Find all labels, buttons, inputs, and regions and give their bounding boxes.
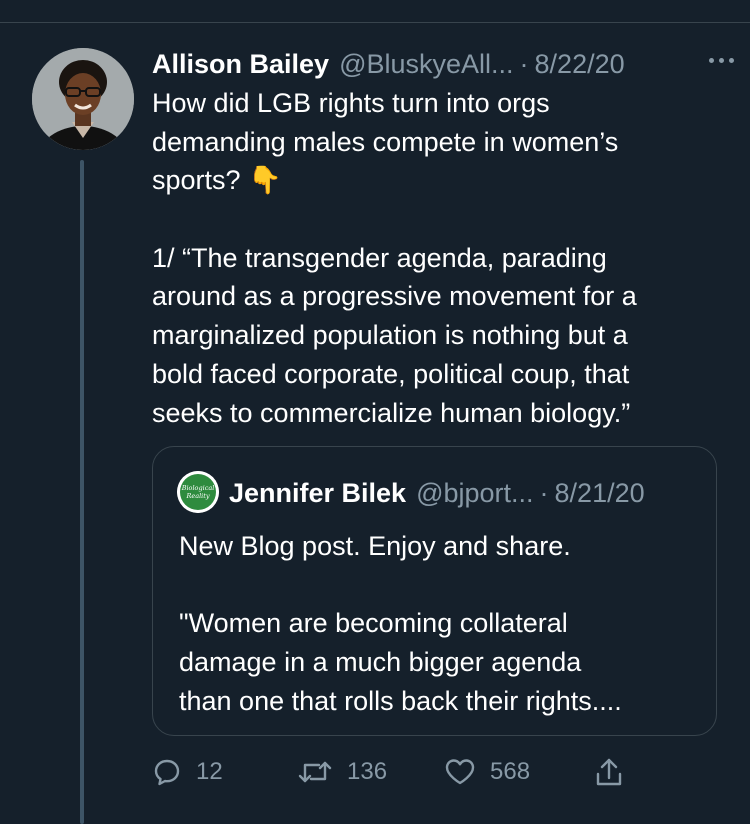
separator-dot: · xyxy=(539,477,549,508)
tweet-text-line: demanding males compete in women’s xyxy=(152,126,619,157)
retweet-icon xyxy=(298,761,332,783)
like-count: 568 xyxy=(490,758,531,785)
quoted-text-line: "Women are becoming collateral xyxy=(179,608,568,639)
author-name[interactable]: Allison Bailey xyxy=(152,49,329,80)
separator-dot: · xyxy=(519,48,529,79)
reply-icon xyxy=(154,759,180,786)
tweet-date[interactable]: 8/22/20 xyxy=(535,49,625,80)
tweet-text-line: around as a progressive movement for a xyxy=(152,281,637,312)
reply-count: 12 xyxy=(196,758,223,785)
quoted-tweet-header: Jennifer Bilek @bjport... · 8/21/20 xyxy=(229,473,645,513)
quoted-author-handle[interactable]: @bjport... xyxy=(416,478,533,509)
tweet-actions: 12 136 568 xyxy=(152,752,652,792)
quoted-tweet-date[interactable]: 8/21/20 xyxy=(555,478,645,509)
like-button[interactable]: 568 xyxy=(444,752,530,792)
tweet-text-line xyxy=(152,200,732,239)
quoted-author-avatar: Biological Reality xyxy=(177,471,219,513)
quoted-text-line: than one that rolls back their rights...… xyxy=(179,685,622,716)
svg-text:Biological: Biological xyxy=(181,484,215,492)
tweet-text-line: sports? 👇 xyxy=(152,165,282,196)
more-options-icon[interactable] xyxy=(709,58,734,63)
quoted-text-line xyxy=(179,566,699,605)
svg-text:Reality: Reality xyxy=(185,492,209,500)
heart-icon xyxy=(445,759,475,785)
tweet-header: Allison Bailey @BluskyeAll... · 8/22/20 xyxy=(152,44,732,84)
tweet-text-line: marginalized population is nothing but a xyxy=(152,320,628,351)
avatar-photo xyxy=(32,48,134,150)
share-icon xyxy=(596,758,622,786)
reply-button[interactable]: 12 xyxy=(152,752,223,792)
quoted-text-line: New Blog post. Enjoy and share. xyxy=(179,531,571,561)
quoted-text-line: damage in a much bigger agenda xyxy=(179,647,582,678)
retweet-button[interactable]: 136 xyxy=(297,752,387,792)
quoted-tweet-text: New Blog post. Enjoy and share. "Women a… xyxy=(179,527,699,720)
retweet-count: 136 xyxy=(347,758,388,785)
tweet-text-line: 1/ “The transgender agenda, parading xyxy=(152,242,607,273)
tweet-text-line: bold faced corporate, political coup, th… xyxy=(152,358,630,389)
author-handle[interactable]: @BluskyeAll... xyxy=(339,49,513,80)
tweet-text-line: How did LGB rights turn into orgs xyxy=(152,88,550,118)
quoted-author-name[interactable]: Jennifer Bilek xyxy=(229,478,406,509)
top-divider xyxy=(0,22,750,23)
author-avatar[interactable] xyxy=(32,48,134,150)
tweet-text-line: seeks to commercialize human biology.” xyxy=(152,397,631,428)
tweet-text: How did LGB rights turn into orgs demand… xyxy=(152,84,732,432)
biological-reality-logo: Biological Reality xyxy=(177,471,219,513)
share-button[interactable] xyxy=(594,752,624,792)
thread-line xyxy=(80,160,84,824)
quoted-tweet-card[interactable]: Biological Reality Jennifer Bilek @bjpor… xyxy=(152,446,717,736)
